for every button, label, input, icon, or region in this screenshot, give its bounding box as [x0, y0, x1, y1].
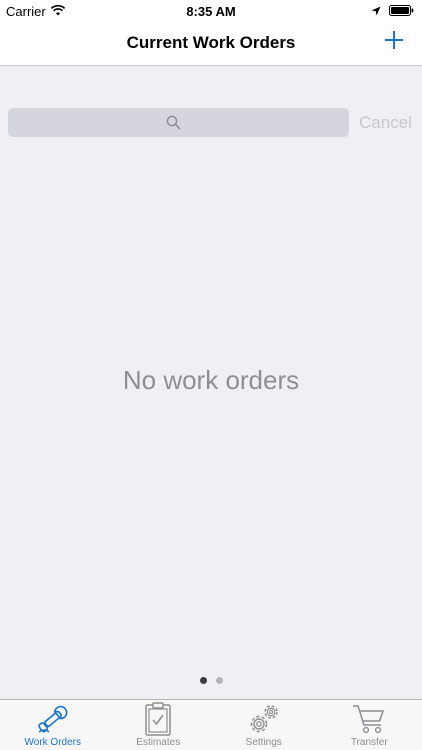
- navigation-bar: Current Work Orders: [0, 22, 422, 66]
- clipboard-icon: [140, 702, 176, 736]
- tab-bar: Work Orders Estimates Settings Transfer: [0, 699, 422, 750]
- tab-work-orders[interactable]: Work Orders: [0, 700, 106, 750]
- status-bar: Carrier 8:35 AM: [0, 0, 422, 22]
- tab-transfer[interactable]: Transfer: [317, 700, 422, 750]
- tab-label: Estimates: [136, 737, 181, 748]
- page-dot-1[interactable]: [199, 677, 207, 684]
- tab-estimates[interactable]: Estimates: [106, 700, 212, 750]
- location-arrow-icon: [371, 4, 381, 19]
- plus-icon: [384, 30, 404, 55]
- search-bar: Cancel: [0, 108, 422, 138]
- page-title: Current Work Orders: [126, 33, 296, 52]
- search-field[interactable]: [8, 108, 349, 137]
- tab-label: Work Orders: [24, 737, 82, 748]
- tab-label: Transfer: [350, 737, 388, 748]
- battery-icon: [389, 4, 414, 19]
- status-right: [371, 4, 414, 19]
- add-work-order-button[interactable]: [380, 28, 408, 56]
- tab-label: Settings: [245, 737, 282, 748]
- wrench-icon: [35, 702, 71, 736]
- page-dot-2[interactable]: [215, 677, 223, 684]
- tab-settings[interactable]: Settings: [211, 700, 317, 750]
- cancel-button[interactable]: Cancel: [359, 113, 412, 133]
- page-indicator[interactable]: [0, 677, 422, 684]
- status-time: 8:35 AM: [186, 4, 236, 19]
- gears-icon: [246, 702, 282, 736]
- empty-state-message: No work orders: [122, 365, 300, 395]
- search-input[interactable]: [8, 108, 349, 137]
- cart-icon: [351, 702, 387, 736]
